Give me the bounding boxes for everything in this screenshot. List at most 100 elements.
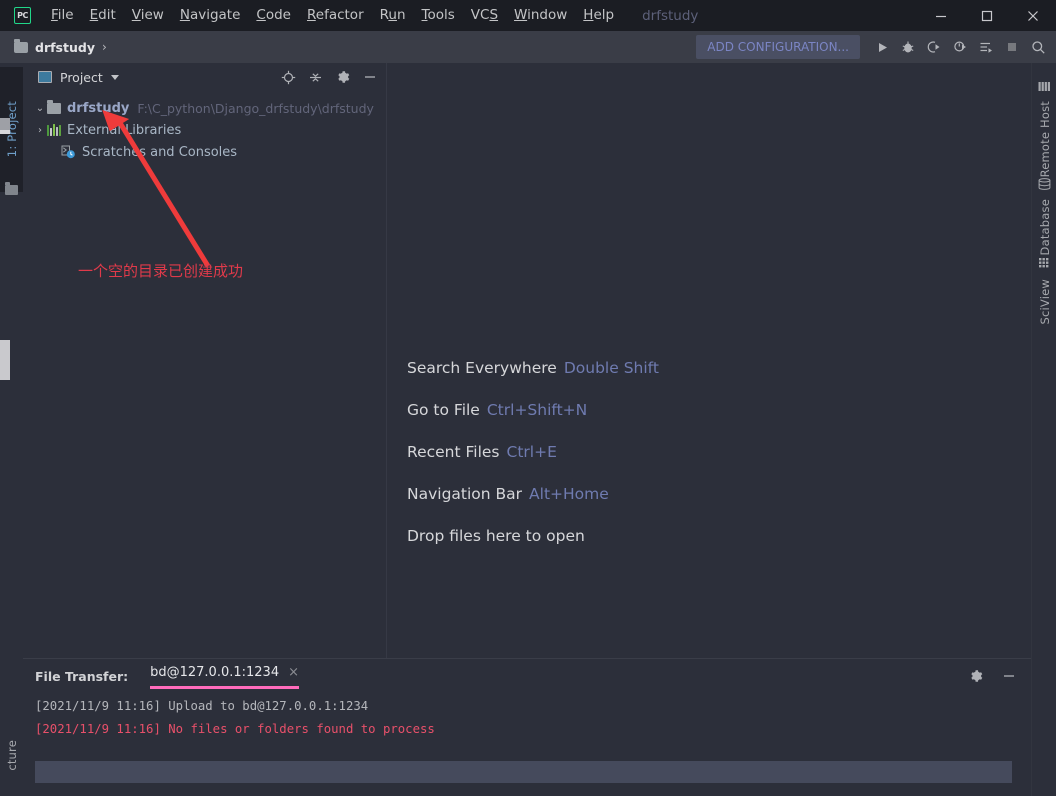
close-icon[interactable]: × bbox=[288, 665, 299, 680]
menu-edit[interactable]: Edit bbox=[82, 0, 124, 31]
run-icon[interactable] bbox=[870, 35, 894, 59]
close-button[interactable] bbox=[1010, 0, 1056, 31]
file-transfer-label: File Transfer: bbox=[35, 668, 129, 684]
window-project-title: drfstudy bbox=[642, 7, 699, 24]
sidebar-tab-remote-host[interactable]: Remote Host bbox=[1032, 75, 1056, 177]
breadcrumb-separator-icon: › bbox=[101, 40, 107, 54]
sciview-icon bbox=[1038, 255, 1051, 274]
log-selection-highlight[interactable] bbox=[35, 761, 1012, 783]
background-window-edge bbox=[0, 118, 10, 130]
chevron-down-icon[interactable] bbox=[110, 74, 119, 80]
sidebar-tab-sciview[interactable]: SciView bbox=[1032, 253, 1056, 325]
editor-area[interactable]: Search Everywhere Double Shift Go to File… bbox=[386, 63, 1031, 658]
menu-tools[interactable]: Tools bbox=[414, 0, 463, 31]
hint-action: Go to File bbox=[407, 401, 480, 419]
sidebar-tab-remote-host-label: Remote Host bbox=[1037, 101, 1052, 178]
file-transfer-tool-window: File Transfer: bd@127.0.0.1:1234 × [2021… bbox=[23, 658, 1031, 796]
hint-shortcut: Ctrl+E bbox=[506, 443, 557, 461]
stop-icon[interactable] bbox=[1000, 35, 1024, 59]
tree-node-label: drfstudy bbox=[67, 100, 130, 116]
profile-icon[interactable] bbox=[948, 35, 972, 59]
tree-node-label: External Libraries bbox=[67, 122, 182, 138]
menu-view[interactable]: View bbox=[124, 0, 172, 31]
project-panel-header: Project bbox=[23, 63, 386, 91]
chevron-collapsed-icon[interactable]: › bbox=[33, 125, 47, 136]
hint-shortcut: Alt+Home bbox=[529, 485, 609, 503]
tree-node-path: F:\C_python\Django_drfstudy\drfstudy bbox=[137, 100, 374, 116]
background-window-edge bbox=[0, 130, 10, 134]
sidebar-tab-sciview-label: SciView bbox=[1037, 279, 1052, 325]
gear-icon[interactable] bbox=[967, 668, 984, 685]
background-window-edge bbox=[0, 340, 10, 380]
annotation-text: 一个空的目录已创建成功 bbox=[78, 262, 244, 280]
file-transfer-toolbar bbox=[967, 659, 1017, 693]
project-panel-toolbar bbox=[280, 63, 378, 91]
add-configuration-button[interactable]: ADD CONFIGURATION... bbox=[696, 35, 860, 59]
left-tool-strip: 1: Project cture bbox=[0, 63, 23, 796]
project-tree: ⌄ drfstudy F:\C_python\Django_drfstudy\d… bbox=[23, 91, 386, 163]
window-controls bbox=[918, 0, 1056, 31]
search-icon[interactable] bbox=[1026, 35, 1050, 59]
hint-action: Recent Files bbox=[407, 443, 500, 461]
folder-icon bbox=[47, 99, 61, 114]
active-tab-underline bbox=[150, 686, 300, 689]
hint-search-everywhere: Search Everywhere Double Shift bbox=[407, 359, 659, 377]
file-transfer-tab-label: bd@127.0.0.1:1234 bbox=[150, 665, 280, 680]
log-line: [2021/11/9 11:16] Upload to bd@127.0.0.1… bbox=[35, 699, 369, 713]
editor-hints: Search Everywhere Double Shift Go to File… bbox=[407, 359, 659, 569]
chevron-expanded-icon[interactable]: ⌄ bbox=[33, 103, 47, 114]
navbar-actions: ADD CONFIGURATION... bbox=[696, 31, 1056, 63]
hint-go-to-file: Go to File Ctrl+Shift+N bbox=[407, 401, 659, 419]
file-transfer-log[interactable]: [2021/11/9 11:16] Upload to bd@127.0.0.1… bbox=[23, 693, 1031, 741]
sidebar-tab-structure-label: cture bbox=[4, 740, 19, 771]
hint-shortcut: Double Shift bbox=[563, 359, 659, 377]
tree-node-external-libraries[interactable]: › External Libraries bbox=[23, 119, 386, 141]
hint-drop-files: Drop files here to open bbox=[407, 527, 659, 545]
menu-navigate[interactable]: Navigate bbox=[172, 0, 249, 31]
gear-icon[interactable] bbox=[334, 69, 351, 86]
maximize-button[interactable] bbox=[964, 0, 1010, 31]
file-transfer-tab[interactable]: bd@127.0.0.1:1234 × bbox=[150, 665, 300, 689]
minimize-button[interactable] bbox=[918, 0, 964, 31]
menu-run[interactable]: Run bbox=[372, 0, 414, 31]
log-line: [2021/11/9 11:16] No files or folders fo… bbox=[35, 722, 435, 736]
project-panel-title[interactable]: Project bbox=[60, 70, 103, 85]
minimize-icon[interactable] bbox=[361, 69, 378, 86]
project-window-icon bbox=[38, 71, 52, 83]
folder-icon bbox=[14, 38, 28, 53]
hint-action: Navigation Bar bbox=[407, 485, 523, 503]
pycharm-window: PC File Edit View Navigate Code Refactor… bbox=[0, 0, 1056, 796]
hint-shortcut: Ctrl+Shift+N bbox=[486, 401, 588, 419]
minimize-icon[interactable] bbox=[1000, 668, 1017, 685]
breadcrumb[interactable]: drfstudy bbox=[35, 40, 95, 55]
run-anything-icon[interactable] bbox=[974, 35, 998, 59]
tree-node-scratches-and-consoles[interactable]: Scratches and Consoles bbox=[23, 141, 386, 163]
database-icon bbox=[1038, 175, 1051, 194]
target-icon[interactable] bbox=[280, 69, 297, 86]
menu-window[interactable]: Window bbox=[506, 0, 575, 31]
coverage-icon[interactable] bbox=[922, 35, 946, 59]
hint-action: Drop files here to open bbox=[407, 527, 585, 545]
tree-node-label: Scratches and Consoles bbox=[82, 144, 238, 160]
sidebar-tab-structure[interactable]: cture bbox=[0, 738, 23, 796]
hint-navigation-bar: Navigation Bar Alt+Home bbox=[407, 485, 659, 503]
title-menu-bar: PC File Edit View Navigate Code Refactor… bbox=[0, 0, 1056, 31]
menu-vcs[interactable]: VCS bbox=[463, 0, 506, 31]
sidebar-tab-database-label: Database bbox=[1037, 199, 1052, 256]
tree-node-drfstudy[interactable]: ⌄ drfstudy F:\C_python\Django_drfstudy\d… bbox=[23, 97, 386, 119]
sidebar-tab-database[interactable]: Database bbox=[1032, 173, 1056, 255]
menu-code[interactable]: Code bbox=[248, 0, 299, 31]
right-tool-strip: Remote Host Database SciView bbox=[1031, 63, 1056, 796]
file-transfer-header: File Transfer: bd@127.0.0.1:1234 × bbox=[23, 659, 1031, 693]
hint-action: Search Everywhere bbox=[407, 359, 557, 377]
menu-help[interactable]: Help bbox=[575, 0, 622, 31]
collapse-all-icon[interactable] bbox=[307, 69, 324, 86]
remote-host-icon bbox=[1038, 77, 1051, 96]
project-folder-icon[interactable] bbox=[5, 182, 18, 195]
project-tool-window: Project ⌄ drfstudy F:\C_python\Django_dr… bbox=[23, 63, 386, 658]
menu-refactor[interactable]: Refactor bbox=[299, 0, 372, 31]
hint-recent-files: Recent Files Ctrl+E bbox=[407, 443, 659, 461]
bug-icon[interactable] bbox=[896, 35, 920, 59]
menu-file[interactable]: File bbox=[43, 0, 82, 31]
library-icon bbox=[47, 124, 61, 136]
